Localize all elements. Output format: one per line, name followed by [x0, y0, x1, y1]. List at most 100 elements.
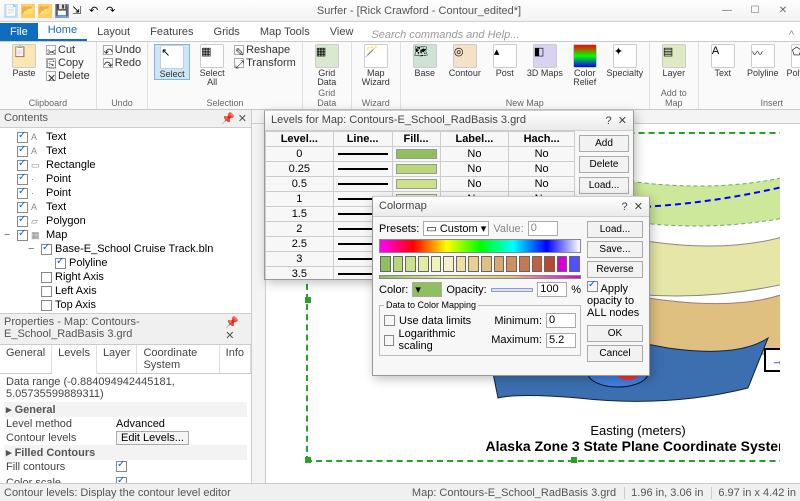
tab-map-tools[interactable]: Map Tools: [250, 23, 320, 41]
opacity-field[interactable]: 100: [537, 282, 567, 297]
log-scaling-checkbox[interactable]: [384, 335, 394, 346]
vessel-track-legend[interactable]: → Vessel track: [764, 348, 780, 372]
value-field[interactable]: 0: [528, 221, 558, 236]
maximize-button[interactable]: ☐: [742, 2, 768, 20]
properties-panel: Properties - Map: Contours-E_School_RadB…: [0, 313, 251, 492]
colormap-dialog[interactable]: Colormap? ✕ Presets: ▭ Custom ▾ Value: 0…: [372, 196, 650, 376]
prop-tab[interactable]: Info: [220, 345, 251, 373]
select-button[interactable]: ↖Select: [154, 44, 190, 80]
pin-icon[interactable]: 📌 ✕: [221, 112, 247, 125]
levels-add-button[interactable]: Add: [579, 135, 629, 152]
prop-tab[interactable]: Layer: [97, 345, 138, 373]
min-field[interactable]: 0: [546, 313, 576, 328]
section-filled: ▸ Filled Contours: [4, 445, 247, 460]
grid-data-button[interactable]: ▦Grid Data: [309, 44, 345, 87]
polygon-button[interactable]: ⬠Polygon: [785, 44, 800, 78]
tab-layout[interactable]: Layout: [87, 23, 140, 41]
tab-features[interactable]: Features: [140, 23, 203, 41]
tab-file[interactable]: File: [0, 23, 38, 41]
redo-icon[interactable]: ↷: [106, 4, 120, 18]
prop-contour-levels[interactable]: Contour levelsEdit Levels...: [4, 431, 247, 445]
tab-grids[interactable]: Grids: [204, 23, 250, 41]
prop-tab[interactable]: Coordinate System: [137, 345, 219, 373]
undo-icon[interactable]: ↶: [89, 4, 103, 18]
minimize-button[interactable]: —: [714, 2, 740, 20]
paste-button[interactable]: 📋Paste: [6, 44, 42, 78]
undo-button[interactable]: ↶Undo: [103, 44, 141, 56]
save-icon[interactable]: 💾: [55, 4, 69, 18]
color-relief-button[interactable]: Color Relief: [567, 44, 603, 87]
props-close-icon[interactable]: 📌 ✕: [225, 316, 247, 342]
prop-level-method[interactable]: Level methodAdvanced: [4, 417, 247, 431]
copy-button[interactable]: ⎘Copy: [46, 57, 90, 69]
redo-button[interactable]: ↷Redo: [103, 57, 141, 69]
tree-item[interactable]: ·Point: [4, 186, 247, 200]
tree-item[interactable]: Left Axis: [4, 284, 247, 298]
section-general: ▸ General: [4, 402, 247, 417]
open2-icon[interactable]: 📂: [38, 4, 52, 18]
quick-access-toolbar: 📄 📂 📂 💾 ⇲ ↶ ↷: [0, 4, 124, 18]
close-button[interactable]: ✕: [770, 2, 796, 20]
cm-save-button[interactable]: Save...: [587, 241, 643, 258]
tree-item[interactable]: ▱Polygon: [4, 214, 247, 228]
tree-item[interactable]: ·Point: [4, 172, 247, 186]
layer-button[interactable]: ▤Layer: [656, 44, 692, 78]
prop-fill-contours[interactable]: Fill contours: [4, 460, 247, 476]
export-icon[interactable]: ⇲: [72, 4, 86, 18]
color-picker[interactable]: ▾: [412, 282, 442, 297]
subtitle-label: Alaska Zone 3 State Plane Coordinate Sys…: [428, 438, 780, 454]
search-input[interactable]: Search commands and Help...: [371, 29, 782, 41]
delete-button[interactable]: ✕Delete: [46, 70, 90, 82]
polyline-button[interactable]: 〰Polyline: [745, 44, 781, 78]
select-all-button[interactable]: ▦Select All: [194, 44, 230, 87]
group-clipboard: 📋Paste ✂Cut ⎘Copy ✕Delete Clipboard: [0, 42, 97, 109]
open-icon[interactable]: 📂: [21, 4, 35, 18]
property-tabs[interactable]: GeneralLevelsLayerCoordinate SystemInfo: [0, 345, 251, 374]
presets-select[interactable]: ▭ Custom ▾: [423, 221, 489, 236]
levels-delete-button[interactable]: Delete: [579, 156, 629, 173]
reshape-button[interactable]: ✎Reshape: [234, 44, 296, 56]
levels-dialog-title: Levels for Map: Contours-E_School_RadBas…: [271, 114, 526, 127]
colormap-help-icon[interactable]: ? ✕: [622, 200, 643, 213]
collapse-ribbon-icon[interactable]: ^: [783, 29, 800, 41]
max-field[interactable]: 5.2: [546, 333, 576, 348]
map-wizard-button[interactable]: 🪄Map Wizard: [358, 44, 394, 87]
opacity-slider[interactable]: [491, 288, 534, 292]
tree-item[interactable]: −▦Map: [4, 228, 247, 242]
group-new-map: 🗺Base ◎Contour ▴Post ◧3D Maps Color Reli…: [401, 42, 650, 109]
colormap-strip[interactable]: [379, 239, 581, 253]
base-button[interactable]: 🗺Base: [407, 44, 443, 78]
cut-button[interactable]: ✂Cut: [46, 44, 90, 56]
tab-view[interactable]: View: [320, 23, 364, 41]
cm-load-button[interactable]: Load...: [587, 221, 643, 238]
cm-ok-button[interactable]: OK: [587, 325, 643, 342]
specialty-button[interactable]: ✦Specialty: [607, 44, 643, 78]
colormap-nodes[interactable]: [379, 256, 581, 272]
tree-item[interactable]: AText: [4, 144, 247, 158]
3d-maps-button[interactable]: ◧3D Maps: [527, 44, 563, 78]
post-button[interactable]: ▴Post: [487, 44, 523, 78]
tree-item[interactable]: −Base-E_School Cruise Track.bln: [4, 242, 247, 256]
contents-tree[interactable]: ATextAText▭Rectangle·Point·PointAText▱Po…: [0, 128, 251, 313]
new-icon[interactable]: 📄: [4, 4, 18, 18]
levels-load-button[interactable]: Load...: [579, 177, 629, 194]
tree-item[interactable]: Polyline: [4, 256, 247, 270]
status-position: 1.96 in, 3.06 in: [624, 487, 703, 499]
tab-home[interactable]: Home: [38, 21, 87, 41]
tree-item[interactable]: AText: [4, 200, 247, 214]
levels-help-icon[interactable]: ? ✕: [606, 114, 627, 127]
apply-opacity-checkbox[interactable]: [587, 281, 598, 292]
tree-item[interactable]: ▭Rectangle: [4, 158, 247, 172]
transform-button[interactable]: ⤢Transform: [234, 57, 296, 69]
prop-tab[interactable]: Levels: [52, 345, 97, 374]
cm-cancel-button[interactable]: Cancel: [587, 345, 643, 362]
tree-item[interactable]: Right Axis: [4, 270, 247, 284]
contour-button[interactable]: ◎Contour: [447, 44, 483, 78]
cm-reverse-button[interactable]: Reverse: [587, 261, 643, 278]
left-pane: Contents📌 ✕ ATextAText▭Rectangle·Point·P…: [0, 110, 252, 492]
text-insert-button[interactable]: AText: [705, 44, 741, 78]
prop-tab[interactable]: General: [0, 345, 52, 373]
tree-item[interactable]: AText: [4, 130, 247, 144]
tree-item[interactable]: Top Axis: [4, 298, 247, 312]
use-data-limits-checkbox[interactable]: [384, 315, 395, 326]
